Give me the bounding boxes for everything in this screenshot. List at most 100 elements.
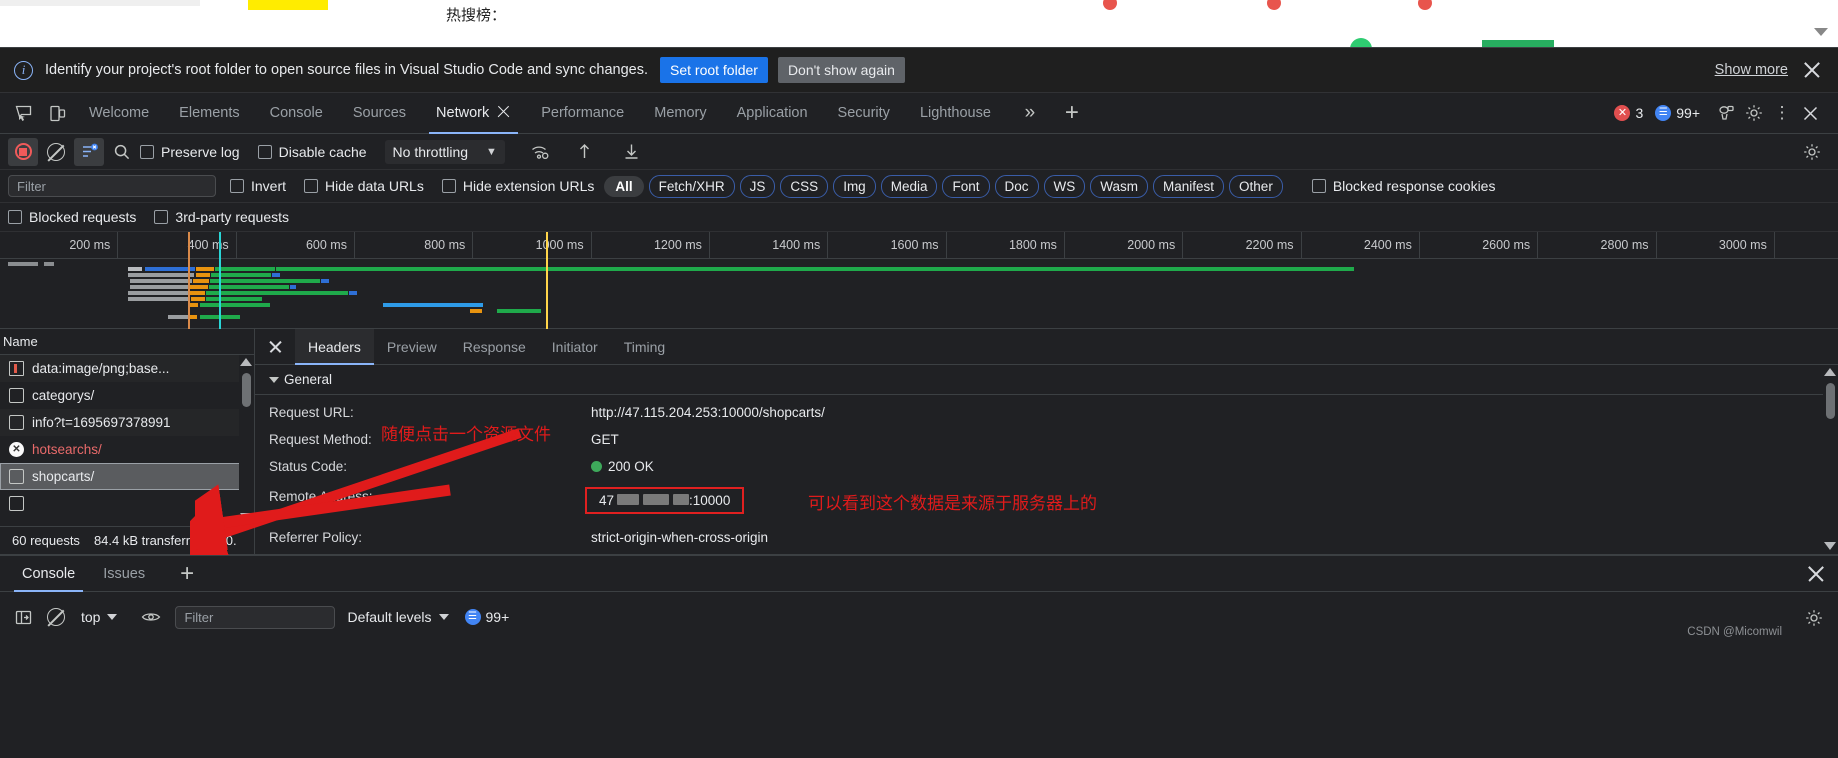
tab-application[interactable]: Application — [722, 93, 823, 134]
network-overview-timeline[interactable]: 200 ms 400 ms 600 ms 800 ms 1000 ms 1200 ms 14… — [0, 232, 1838, 329]
filter-input[interactable] — [8, 175, 216, 197]
scrollbar-thumb[interactable] — [242, 373, 251, 407]
close-banner-icon[interactable] — [1802, 60, 1822, 80]
table-row-selected[interactable]: shopcarts/ — [0, 463, 254, 490]
tab-performance[interactable]: Performance — [526, 93, 639, 134]
tab-lighthouse[interactable]: Lighthouse — [905, 93, 1006, 134]
blocked-response-cookies-option[interactable]: Blocked response cookies — [1311, 178, 1495, 194]
filter-type-wasm[interactable]: Wasm — [1090, 174, 1149, 198]
throttling-dropdown[interactable]: No throttling ▼ — [384, 139, 505, 164]
message-count-badge[interactable]: ☰ 99+ — [1655, 105, 1700, 121]
blocked-requests-option[interactable]: Blocked requests — [8, 209, 136, 225]
console-settings-gear-icon[interactable] — [1800, 604, 1828, 632]
console-filter-input[interactable] — [175, 605, 336, 629]
more-options-kebab-icon[interactable]: ⋮ — [1768, 99, 1796, 127]
tab-initiator[interactable]: Initiator — [539, 329, 611, 365]
tab-timing[interactable]: Timing — [611, 329, 679, 365]
export-har-button[interactable] — [617, 138, 647, 166]
request-list-scrollbar[interactable] — [239, 355, 254, 526]
dont-show-again-button[interactable]: Don't show again — [777, 57, 905, 83]
error-count-badge[interactable]: ✕ 3 — [1614, 105, 1643, 121]
details-scrollbar[interactable] — [1823, 365, 1838, 554]
tab-console[interactable]: Console — [255, 93, 338, 134]
inspect-element-icon[interactable] — [8, 100, 38, 127]
tab-security[interactable]: Security — [823, 93, 905, 134]
hide-data-urls-option[interactable]: Hide data URLs — [304, 178, 424, 194]
invert-checkbox[interactable] — [230, 179, 244, 193]
live-expression-eye-icon[interactable] — [136, 603, 166, 631]
filter-type-manifest[interactable]: Manifest — [1153, 174, 1225, 198]
scrollbar-thumb[interactable] — [1826, 383, 1835, 419]
scroll-up-icon[interactable] — [240, 358, 252, 366]
filter-type-media[interactable]: Media — [880, 174, 938, 198]
toggle-device-toolbar-icon[interactable] — [42, 100, 72, 127]
console-message-count-badge[interactable]: ☰ 99+ — [464, 609, 509, 625]
scroll-down-icon[interactable] — [240, 513, 252, 521]
tab-sources[interactable]: Sources — [338, 93, 421, 134]
table-row[interactable]: ✕ hotsearchs/ — [0, 436, 254, 463]
timeline-waterfall — [0, 259, 1838, 328]
tab-network[interactable]: Network — [421, 93, 526, 134]
disable-cache-checkbox[interactable] — [257, 144, 272, 159]
tab-elements[interactable]: Elements — [164, 93, 254, 134]
disable-cache-option[interactable]: Disable cache — [257, 144, 367, 160]
record-network-log-button[interactable] — [8, 137, 38, 166]
blocked-requests-checkbox[interactable] — [8, 210, 22, 224]
clear-network-log-button[interactable] — [41, 138, 71, 166]
filter-toggle-button[interactable] — [74, 137, 104, 166]
close-drawer-icon[interactable] — [1806, 564, 1826, 584]
import-har-button[interactable] — [570, 138, 600, 166]
network-settings-gear-icon[interactable] — [1797, 138, 1827, 166]
set-root-folder-button[interactable]: Set root folder — [660, 57, 768, 83]
settings-gear-icon[interactable] — [1740, 99, 1768, 127]
table-row[interactable]: data:image/png;base... — [0, 355, 254, 382]
filter-type-font[interactable]: Font — [942, 174, 990, 198]
preserve-log-option[interactable]: Preserve log — [140, 144, 240, 160]
preserve-log-checkbox[interactable] — [140, 144, 154, 159]
blocked-response-cookies-checkbox[interactable] — [1311, 179, 1326, 193]
more-tabs-chevron-icon[interactable]: » — [1016, 99, 1044, 127]
network-conditions-button[interactable] — [525, 138, 555, 166]
tab-memory[interactable]: Memory — [639, 93, 721, 134]
filter-type-other[interactable]: Other — [1229, 174, 1283, 198]
header-value[interactable]: http://47.115.204.253:10000/shopcarts/ — [591, 405, 825, 420]
hide-data-urls-checkbox[interactable] — [304, 179, 319, 193]
close-tab-network-icon[interactable] — [496, 104, 511, 119]
scroll-up-icon[interactable] — [1824, 368, 1836, 376]
show-more-link[interactable]: Show more — [1715, 62, 1788, 78]
filter-type-js[interactable]: JS — [739, 174, 776, 198]
tab-headers[interactable]: Headers — [295, 328, 374, 365]
tab-welcome[interactable]: Welcome — [74, 93, 164, 134]
invert-option[interactable]: Invert — [230, 178, 286, 194]
filter-type-img[interactable]: Img — [833, 174, 876, 198]
devices-icon[interactable] — [1712, 99, 1740, 127]
add-drawer-tab-icon[interactable]: + — [173, 560, 201, 588]
close-details-icon[interactable] — [261, 333, 289, 361]
scroll-down-icon[interactable] — [1824, 542, 1836, 550]
console-sidebar-toggle-button[interactable] — [8, 603, 38, 631]
request-rows[interactable]: data:image/png;base... categorys/ info?t… — [0, 355, 254, 526]
add-tab-icon[interactable]: + — [1058, 99, 1086, 127]
filter-type-css[interactable]: CSS — [780, 174, 829, 198]
tab-preview[interactable]: Preview — [374, 329, 450, 365]
hide-extension-urls-checkbox[interactable] — [441, 179, 456, 193]
tab-response[interactable]: Response — [450, 329, 539, 365]
table-row[interactable] — [0, 490, 254, 517]
table-row[interactable]: categorys/ — [0, 382, 254, 409]
filter-type-doc[interactable]: Doc — [994, 174, 1039, 198]
close-devtools-icon[interactable] — [1796, 99, 1824, 127]
table-row[interactable]: info?t=1695697378991 — [0, 409, 254, 436]
third-party-requests-option[interactable]: 3rd-party requests — [154, 209, 289, 225]
hide-extension-urls-option[interactable]: Hide extension URLs — [441, 178, 594, 194]
clear-console-button[interactable] — [41, 603, 71, 631]
filter-type-ws[interactable]: WS — [1043, 174, 1086, 198]
third-party-requests-checkbox[interactable] — [154, 210, 169, 224]
filter-type-all[interactable]: All — [604, 175, 644, 197]
filter-type-fetch-xhr[interactable]: Fetch/XHR — [648, 174, 735, 198]
log-levels-dropdown[interactable]: Default levels — [347, 609, 449, 625]
tab-console-drawer[interactable]: Console — [8, 556, 89, 592]
search-button[interactable] — [107, 138, 137, 166]
tab-issues[interactable]: Issues — [89, 556, 159, 592]
console-context-dropdown[interactable]: top — [74, 606, 124, 628]
general-section-header[interactable]: General — [255, 365, 1838, 395]
